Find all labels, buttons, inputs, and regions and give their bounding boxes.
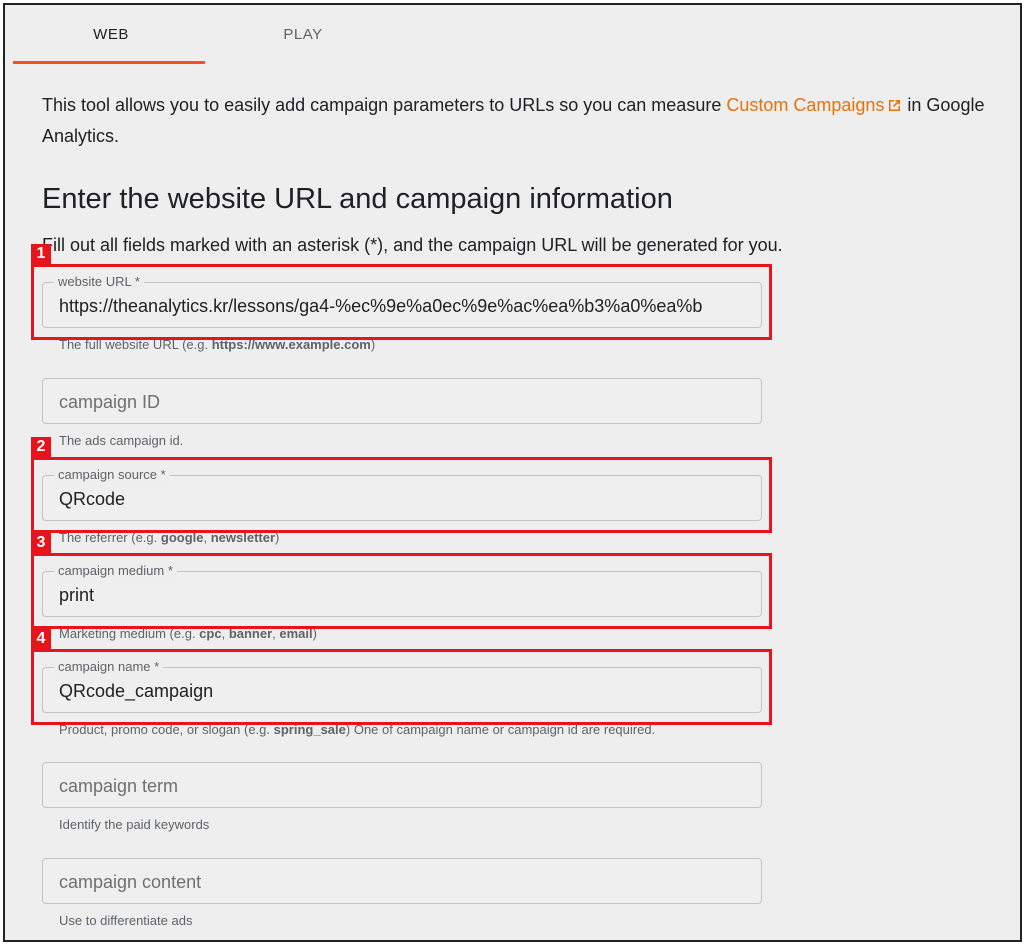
intro-text-before: This tool allows you to easily add campa… [42,95,727,115]
tab-web[interactable]: WEB [15,5,207,65]
annotation-box-3 [31,553,772,629]
campaign-term-placeholder: campaign term [59,776,179,796]
tab-play[interactable]: PLAY [207,5,399,65]
section-heading: Enter the website URL and campaign infor… [42,183,673,215]
campaign-content-helper: Use to differentiate ads [59,913,193,928]
campaign-id-field[interactable]: campaign ID [42,378,762,424]
tag-builder-page: WEB PLAY This tool allows you to easily … [3,3,1022,942]
annotation-box-4 [31,649,772,725]
campaign-id-placeholder: campaign ID [59,392,161,412]
active-tab-indicator [13,61,205,64]
campaign-term-helper: Identify the paid keywords [59,817,210,832]
campaign-content-placeholder: campaign content [59,872,202,892]
annotation-number-3: 3 [31,533,51,553]
annotation-number-1: 1 [31,244,51,264]
campaign-term-field[interactable]: campaign term [42,762,762,808]
campaign-id-helper: The ads campaign id. [59,433,184,448]
campaign-content-field[interactable]: campaign content [42,858,762,904]
annotation-number-4: 4 [31,629,51,649]
annotation-number-2: 2 [31,437,51,457]
annotation-box-2 [31,457,772,533]
custom-campaigns-link-label: Custom Campaigns [726,95,885,115]
intro-paragraph: This tool allows you to easily add campa… [42,91,1012,151]
custom-campaigns-link[interactable]: Custom Campaigns [726,95,902,115]
annotation-box-1 [31,264,772,340]
section-subtext: Fill out all fields marked with an aster… [42,235,783,255]
external-link-icon [887,93,902,122]
